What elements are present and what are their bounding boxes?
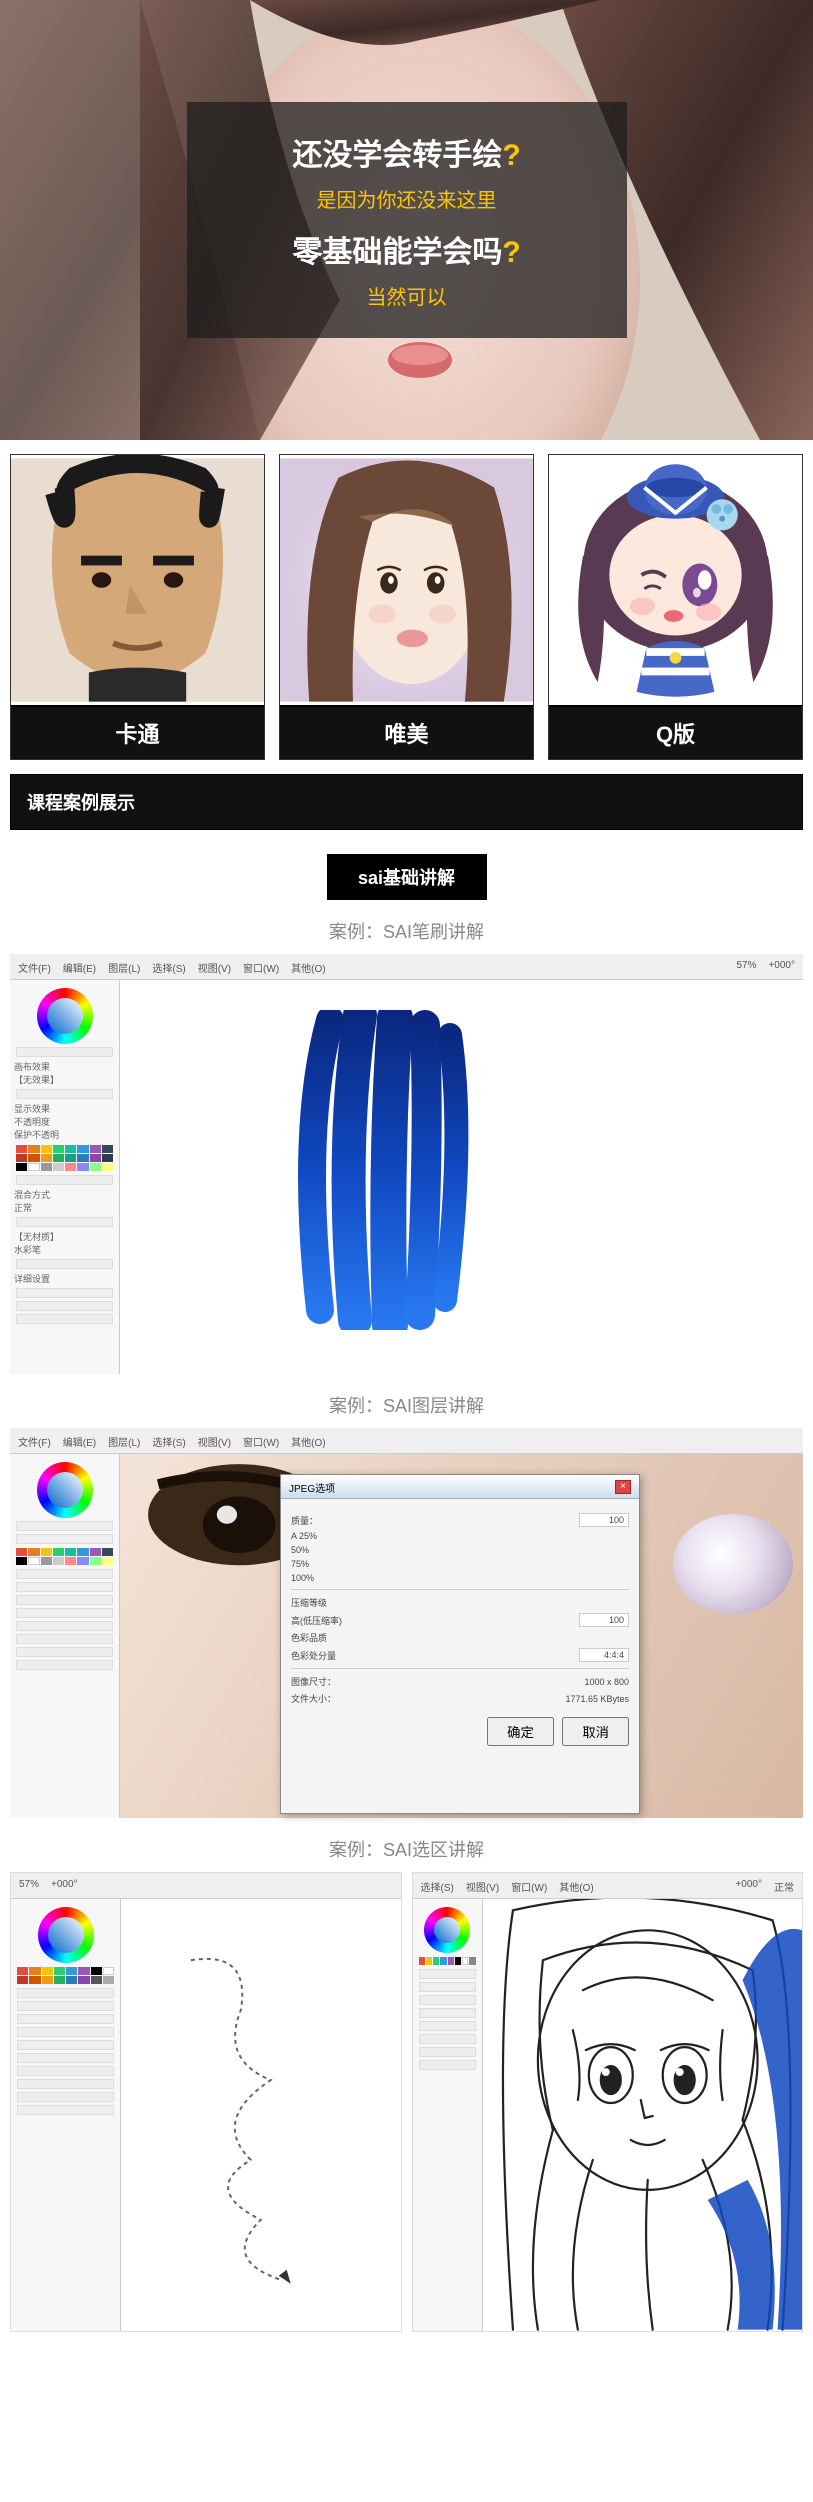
hero-q1: 还没学会转手绘? bbox=[229, 130, 585, 174]
color-swatches bbox=[16, 1548, 113, 1565]
color-swatches bbox=[419, 1957, 476, 1965]
case-title-layer: 案例：SAI图层讲解 bbox=[0, 1392, 813, 1418]
sai-left-panel bbox=[413, 1899, 483, 2331]
case-screenshot-selection-row: 57%+000° 选择(S)视图(V)窗口(W)其他(O) +000°正常 bbox=[0, 1872, 813, 2332]
case-screenshot-layer: 文件(F)编辑(E)图层(L)选择(S)视图(V)窗口(W)其他(O) JPEG… bbox=[10, 1428, 803, 1818]
style-label: Q版 bbox=[549, 705, 802, 759]
style-label: 唯美 bbox=[280, 705, 533, 759]
color-wheel-icon bbox=[38, 1907, 94, 1963]
style-thumb-chibi bbox=[549, 455, 802, 705]
anime-lineart-icon bbox=[483, 1899, 803, 2331]
case-screenshot-brush: 文件(F)编辑(E)图层(L)选择(S)视图(V)窗口(W)其他(O) 57%+… bbox=[10, 954, 803, 1374]
style-card-cartoon[interactable]: 卡通 bbox=[10, 454, 265, 760]
case-title-selection: 案例：SAI选区讲解 bbox=[0, 1836, 813, 1862]
sai-left-panel bbox=[11, 1899, 121, 2331]
hero-a2: 当然可以 bbox=[229, 281, 585, 310]
sai-canvas bbox=[483, 1899, 803, 2331]
color-wheel-icon bbox=[37, 988, 93, 1044]
hero-a1: 是因为你还没来这里 bbox=[229, 184, 585, 213]
style-card-chibi[interactable]: Q版 bbox=[548, 454, 803, 760]
color-swatches bbox=[17, 1967, 114, 1984]
case-title-brush: 案例：SAI笔刷讲解 bbox=[0, 918, 813, 944]
sai-canvas bbox=[121, 1899, 401, 2331]
style-thumb-cartoon bbox=[11, 455, 264, 705]
sai-left-panel: 画布效果 【无效果】 显示效果 不透明度 保护不透明 混合方式 正常 【无材质】… bbox=[10, 980, 120, 1374]
sai-basics-badge: sai基础讲解 bbox=[327, 854, 487, 900]
color-wheel-icon bbox=[37, 1462, 93, 1518]
hero-text-overlay: 还没学会转手绘? 是因为你还没来这里 零基础能学会吗? 当然可以 bbox=[187, 102, 627, 338]
case-selection-left: 57%+000° bbox=[10, 1872, 402, 2332]
color-wheel-icon bbox=[424, 1907, 470, 1953]
ok-button[interactable]: 确定 bbox=[487, 1717, 554, 1746]
case-selection-right: 选择(S)视图(V)窗口(W)其他(O) +000°正常 bbox=[412, 1872, 804, 2332]
sai-left-panel bbox=[10, 1454, 120, 1818]
style-card-beautiful[interactable]: 唯美 bbox=[279, 454, 534, 760]
section-header: 课程案例展示 bbox=[10, 774, 803, 830]
style-label: 卡通 bbox=[11, 705, 264, 759]
lasso-selection-icon bbox=[121, 1899, 401, 2331]
close-icon[interactable]: × bbox=[615, 1480, 631, 1494]
style-cards-row: 卡通 唯美 bbox=[0, 440, 813, 774]
cancel-button[interactable]: 取消 bbox=[562, 1717, 629, 1746]
sai-canvas: JPEG选项 × 质量：100 A 25% 50% 75% 100% 压缩等级 … bbox=[120, 1454, 803, 1818]
hair-accessory-icon bbox=[673, 1514, 793, 1614]
hero-banner: 还没学会转手绘? 是因为你还没来这里 零基础能学会吗? 当然可以 bbox=[0, 0, 813, 440]
color-swatches bbox=[16, 1145, 113, 1171]
sai-menubar: 57%+000° bbox=[11, 1873, 401, 1899]
sai-canvas bbox=[120, 980, 803, 1374]
sai-menubar: 文件(F)编辑(E)图层(L)选择(S)视图(V)窗口(W)其他(O) 57%+… bbox=[10, 954, 803, 980]
brush-stroke-icon bbox=[270, 1010, 490, 1330]
jpeg-options-dialog: JPEG选项 × 质量：100 A 25% 50% 75% 100% 压缩等级 … bbox=[280, 1474, 640, 1814]
style-thumb-beautiful bbox=[280, 455, 533, 705]
sai-menubar: 选择(S)视图(V)窗口(W)其他(O) +000°正常 bbox=[413, 1873, 803, 1899]
hero-q2: 零基础能学会吗? bbox=[229, 227, 585, 271]
dialog-titlebar: JPEG选项 × bbox=[281, 1475, 639, 1499]
sai-menubar: 文件(F)编辑(E)图层(L)选择(S)视图(V)窗口(W)其他(O) bbox=[10, 1428, 803, 1454]
